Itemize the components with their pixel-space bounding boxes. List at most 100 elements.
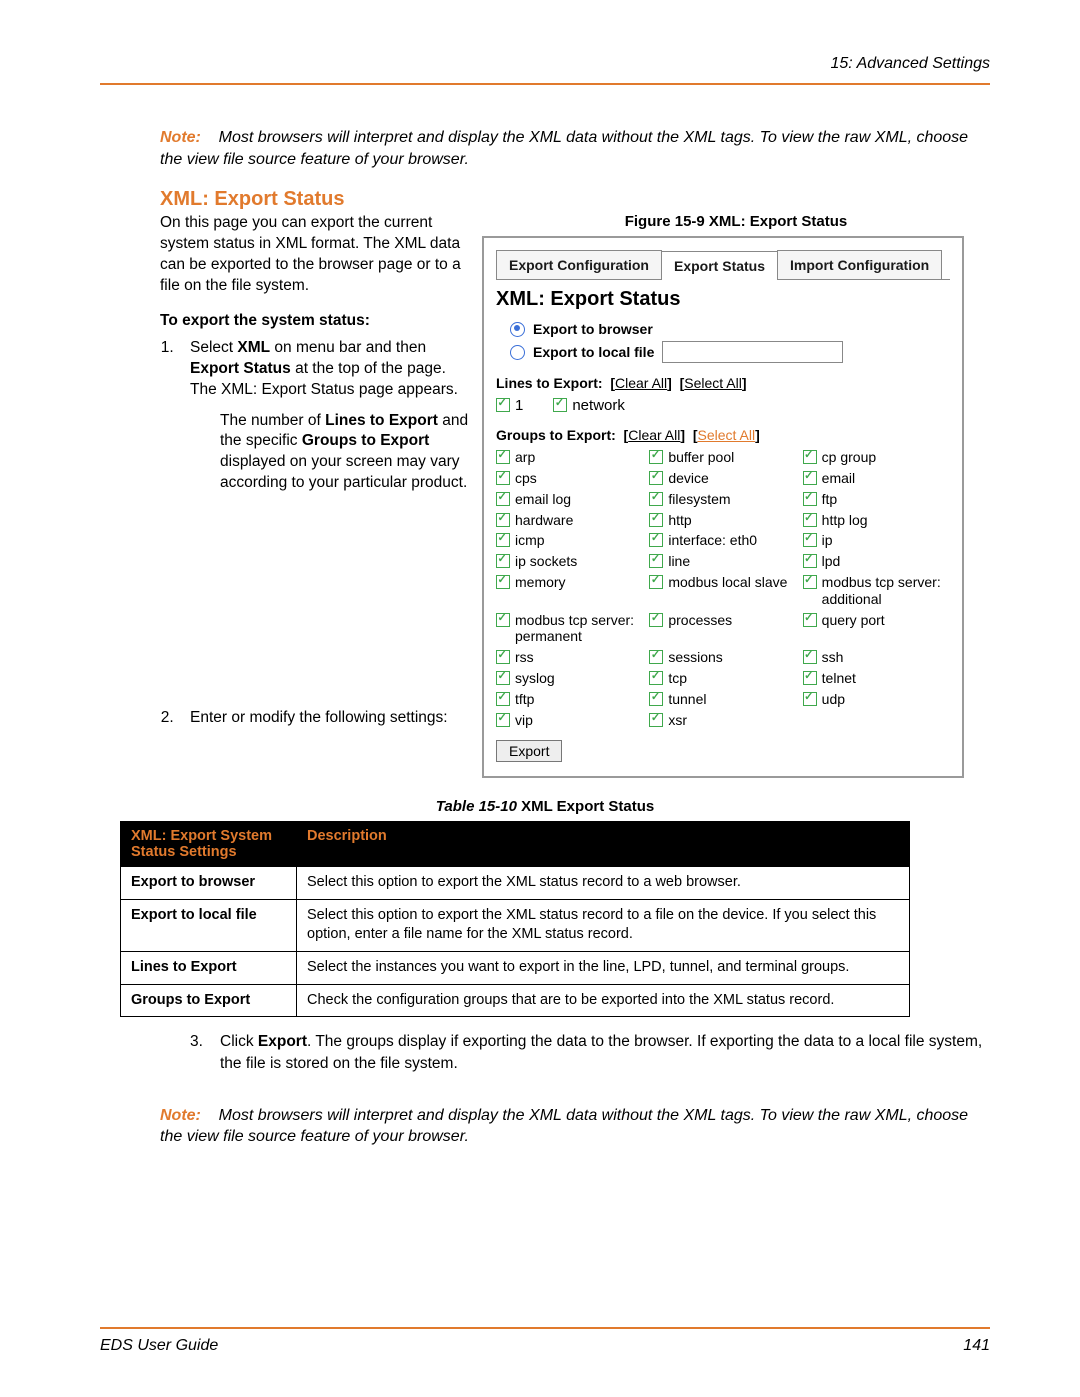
checkbox-group[interactable]: lpd bbox=[803, 553, 950, 570]
lines-to-export-label: Lines to Export: [Clear All] [Select All… bbox=[496, 375, 950, 391]
checkbox-group[interactable]: query port bbox=[803, 612, 950, 646]
groups-clear-all[interactable]: Clear All bbox=[628, 427, 680, 443]
check-icon bbox=[496, 533, 510, 547]
check-icon bbox=[803, 554, 817, 568]
checkbox-group[interactable]: http log bbox=[803, 512, 950, 529]
checkbox-line[interactable]: 1 bbox=[496, 397, 523, 415]
checkbox-group[interactable]: line bbox=[649, 553, 796, 570]
table-row: Lines to ExportSelect the instances you … bbox=[121, 952, 910, 985]
checkbox-label: modbus tcp server: additional bbox=[822, 574, 950, 608]
tab-export-config[interactable]: Export Configuration bbox=[496, 250, 662, 279]
checkbox-group[interactable]: modbus tcp server: permanent bbox=[496, 612, 643, 646]
check-icon bbox=[496, 513, 510, 527]
header-breadcrumb: 15: Advanced Settings bbox=[100, 55, 990, 73]
checkbox-label: email log bbox=[515, 491, 571, 508]
check-icon bbox=[649, 613, 663, 627]
checkbox-label: ip sockets bbox=[515, 553, 577, 570]
tab-export-status[interactable]: Export Status bbox=[661, 251, 778, 280]
checkbox-group[interactable]: processes bbox=[649, 612, 796, 646]
input-localfile-name[interactable] bbox=[662, 341, 843, 363]
step-3: 3. Click Export. The groups display if e… bbox=[160, 1031, 990, 1074]
checkbox-label: 1 bbox=[515, 397, 523, 415]
checkbox-group[interactable]: ip bbox=[803, 532, 950, 549]
tab-import-config[interactable]: Import Configuration bbox=[777, 250, 942, 279]
note-text: Most browsers will interpret and display… bbox=[160, 129, 968, 168]
check-icon bbox=[803, 471, 817, 485]
check-icon bbox=[649, 533, 663, 547]
checkbox-label: network bbox=[572, 397, 625, 415]
checkbox-line[interactable]: network bbox=[553, 397, 625, 415]
check-icon bbox=[803, 650, 817, 664]
checkbox-group[interactable]: cp group bbox=[803, 449, 950, 466]
figure-caption: Figure 15-9 XML: Export Status bbox=[482, 213, 990, 230]
section-title: XML: Export Status bbox=[160, 188, 990, 211]
checkbox-group[interactable]: cps bbox=[496, 470, 643, 487]
checkbox-group[interactable]: interface: eth0 bbox=[649, 532, 796, 549]
checkbox-group[interactable]: buffer pool bbox=[649, 449, 796, 466]
check-icon bbox=[803, 692, 817, 706]
checkbox-group[interactable]: vip bbox=[496, 712, 643, 729]
checkbox-group[interactable]: arp bbox=[496, 449, 643, 466]
check-icon bbox=[649, 671, 663, 685]
check-icon bbox=[496, 471, 510, 485]
check-icon bbox=[803, 492, 817, 506]
checkbox-group[interactable]: xsr bbox=[649, 712, 796, 729]
section-intro: On this page you can export the current … bbox=[160, 213, 470, 297]
checkbox-label: sessions bbox=[668, 649, 722, 666]
settings-table: XML: Export System Status Settings Descr… bbox=[120, 821, 910, 1017]
checkbox-group[interactable]: ftp bbox=[803, 491, 950, 508]
checkbox-group[interactable]: ip sockets bbox=[496, 553, 643, 570]
lines-select-all[interactable]: Select All bbox=[684, 375, 742, 391]
checkbox-label: xsr bbox=[668, 712, 687, 729]
checkbox-label: telnet bbox=[822, 670, 856, 687]
checkbox-group[interactable]: sessions bbox=[649, 649, 796, 666]
check-icon bbox=[496, 671, 510, 685]
radio-export-localfile[interactable] bbox=[510, 345, 525, 360]
checkbox-group[interactable]: rss bbox=[496, 649, 643, 666]
checkbox-group[interactable]: memory bbox=[496, 574, 643, 608]
checkbox-group[interactable]: udp bbox=[803, 691, 950, 708]
checkbox-group[interactable]: tftp bbox=[496, 691, 643, 708]
section-subhead: To export the system status: bbox=[160, 311, 470, 332]
checkbox-group[interactable]: syslog bbox=[496, 670, 643, 687]
checkbox-label: line bbox=[668, 553, 690, 570]
checkbox-group[interactable]: modbus local slave bbox=[649, 574, 796, 608]
note-bottom: Note: Most browsers will interpret and d… bbox=[160, 1105, 990, 1148]
export-button[interactable]: Export bbox=[496, 740, 562, 762]
radio-export-localfile-label: Export to local file bbox=[533, 344, 654, 360]
radio-export-browser[interactable] bbox=[510, 322, 525, 337]
checkbox-label: ip bbox=[822, 532, 833, 549]
table-cell-setting: Lines to Export bbox=[121, 952, 297, 985]
checkbox-group[interactable]: device bbox=[649, 470, 796, 487]
checkbox-group[interactable]: telnet bbox=[803, 670, 950, 687]
check-icon bbox=[649, 713, 663, 727]
checkbox-group[interactable]: http bbox=[649, 512, 796, 529]
check-icon bbox=[496, 492, 510, 506]
checkbox-group[interactable]: email log bbox=[496, 491, 643, 508]
checkbox-label: vip bbox=[515, 712, 533, 729]
table-row: Export to local fileSelect this option t… bbox=[121, 899, 910, 951]
checkbox-label: rss bbox=[515, 649, 534, 666]
checkbox-group[interactable]: hardware bbox=[496, 512, 643, 529]
checkbox-label: udp bbox=[822, 691, 845, 708]
lines-clear-all[interactable]: Clear All bbox=[615, 375, 667, 391]
checkbox-group[interactable]: icmp bbox=[496, 532, 643, 549]
note-top: Note: Most browsers will interpret and d… bbox=[160, 127, 990, 170]
check-icon bbox=[496, 450, 510, 464]
checkbox-group[interactable]: filesystem bbox=[649, 491, 796, 508]
checkbox-label: arp bbox=[515, 449, 535, 466]
table-cell-setting: Export to local file bbox=[121, 899, 297, 951]
groups-select-all[interactable]: Select All bbox=[697, 427, 755, 443]
checkbox-group[interactable]: tunnel bbox=[649, 691, 796, 708]
check-icon bbox=[649, 554, 663, 568]
table-row: Export to browserSelect this option to e… bbox=[121, 867, 910, 900]
check-icon bbox=[803, 671, 817, 685]
checkbox-group[interactable]: ssh bbox=[803, 649, 950, 666]
note-label: Note: bbox=[160, 129, 201, 146]
checkbox-group[interactable]: tcp bbox=[649, 670, 796, 687]
figure-tabs: Export Configuration Export Status Impor… bbox=[496, 250, 950, 280]
checkbox-label: tcp bbox=[668, 670, 687, 687]
checkbox-label: icmp bbox=[515, 532, 545, 549]
checkbox-group[interactable]: email bbox=[803, 470, 950, 487]
checkbox-group[interactable]: modbus tcp server: additional bbox=[803, 574, 950, 608]
